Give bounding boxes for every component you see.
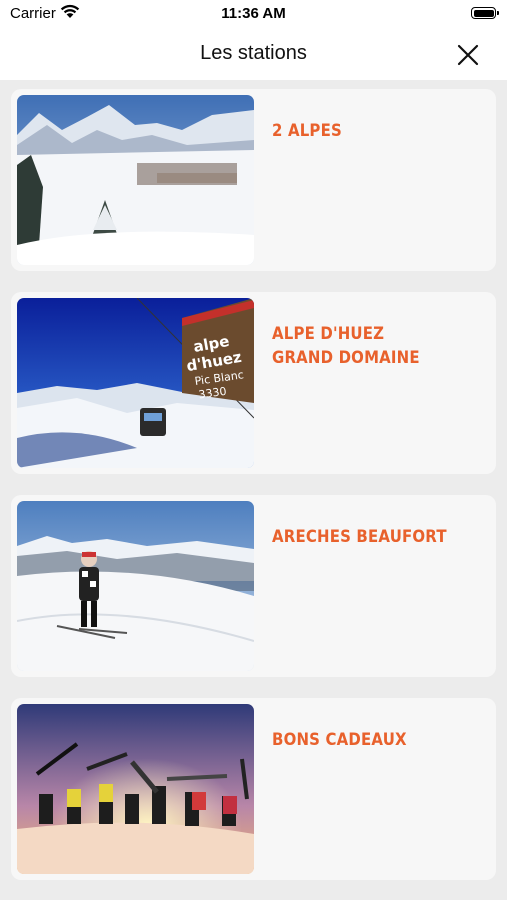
battery-icon [471, 7, 499, 19]
station-card-bons-cadeaux[interactable]: BONS CADEAUX [11, 698, 496, 880]
skier-slope-photo [17, 501, 254, 671]
group-sunset-photo [17, 704, 254, 874]
close-icon[interactable] [451, 38, 485, 72]
status-bar: Carrier 11:36 AM [0, 0, 507, 30]
station-card-2-alpes[interactable]: 2 ALPES [11, 89, 496, 271]
nav-bar: Les stations [0, 30, 507, 80]
page-title: Les stations [200, 42, 307, 64]
station-name: ALPE D'HUEZ GRAND DOMAINE [272, 324, 420, 368]
status-time: 11:36 AM [221, 5, 286, 22]
cable-car-sign-photo: alpe d'huez Pic Blanc 3330 [17, 298, 254, 468]
station-name: 2 ALPES [272, 121, 342, 141]
station-card-alpe-dhuez[interactable]: alpe d'huez Pic Blanc 3330 ALPE D'HUEZ G… [11, 292, 496, 474]
station-name: BONS CADEAUX [272, 730, 407, 750]
station-card-areches-beaufort[interactable]: ARECHES BEAUFORT [11, 495, 496, 677]
mountain-village-photo [17, 95, 254, 265]
station-name: ARECHES BEAUFORT [272, 527, 447, 547]
